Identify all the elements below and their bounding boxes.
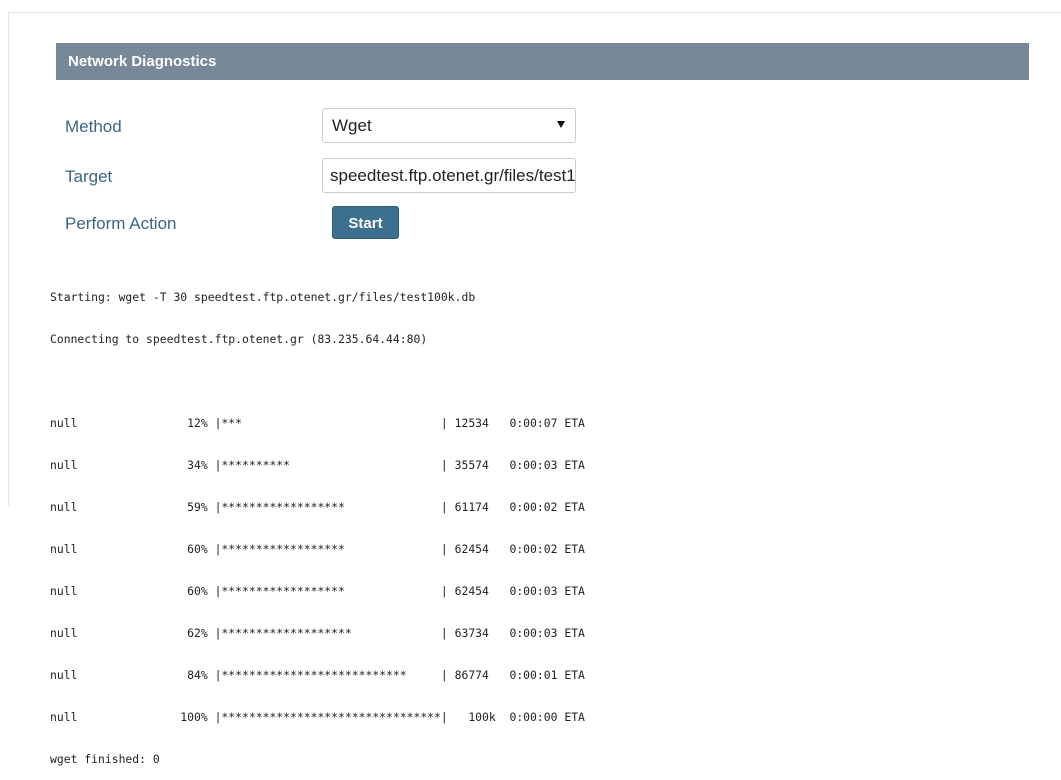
panel-title: Network Diagnostics (56, 43, 1029, 80)
start-button[interactable]: Start (332, 206, 399, 239)
progress-line: null 84% |*************************** | … (50, 668, 585, 682)
progress-line: null 34% |********** | 35574 0:00:03 ETA (50, 458, 585, 472)
console-output: Starting: wget -T 30 speedtest.ftp.otene… (50, 262, 585, 780)
progress-line: null 100% |*****************************… (50, 710, 585, 724)
console-line: Starting: wget -T 30 speedtest.ftp.otene… (50, 290, 476, 304)
method-select[interactable]: Wget (322, 108, 576, 143)
progress-line: null 59% |****************** | 61174 0:0… (50, 500, 585, 514)
target-input[interactable]: speedtest.ftp.otenet.gr/files/test100k.d… (322, 158, 576, 193)
progress-line: null 60% |****************** | 62454 0:0… (50, 542, 585, 556)
progress-line: null 62% |******************* | 63734 0:… (50, 626, 585, 640)
dropdown-caret-icon (557, 121, 565, 128)
perform-action-label: Perform Action (65, 214, 177, 233)
console-finish-line: wget finished: 0 (50, 752, 160, 766)
progress-line: null 60% |****************** | 62454 0:0… (50, 584, 585, 598)
method-label: Method (65, 117, 122, 136)
target-label: Target (65, 167, 113, 186)
method-select-value: Wget (332, 116, 372, 135)
console-line: Connecting to speedtest.ftp.otenet.gr (8… (50, 332, 428, 346)
progress-line: null 12% |*** | 12534 0:00:07 ETA (50, 416, 585, 430)
